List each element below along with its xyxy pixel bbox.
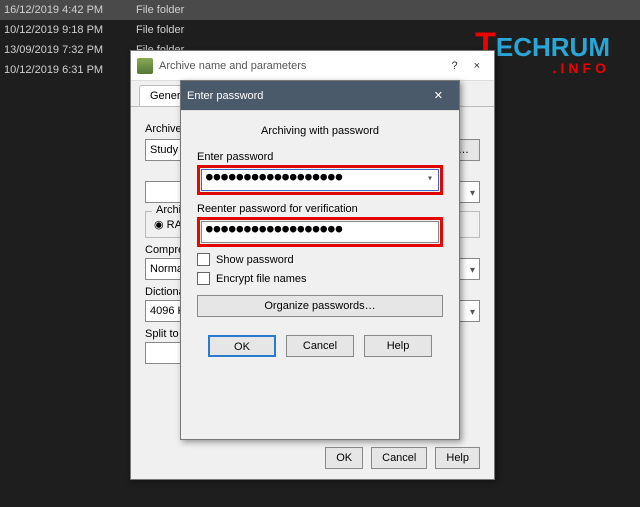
encrypt-filenames-checkbox[interactable]: Encrypt file names [197,272,443,285]
enter-password-dialog: Enter password ✕ Archiving with password… [180,80,460,440]
dialog-title: Enter password [187,90,424,102]
file-type: File folder [130,0,184,20]
help-button[interactable]: Help [364,335,432,357]
help-icon[interactable]: ? [443,60,465,72]
winrar-icon [137,58,153,74]
organize-passwords-button[interactable]: Organize passwords… [197,295,443,317]
help-button[interactable]: Help [435,447,480,469]
highlight-box: ●●●●●●●●●●●●●●●●●● [197,165,443,195]
file-type: File folder [130,20,184,40]
checkbox-icon [197,253,210,266]
cancel-button[interactable]: Cancel [286,335,354,357]
show-password-checkbox[interactable]: Show password [197,253,443,266]
watermark-logo: TECHRUM .INFO [475,30,610,76]
file-date: 13/09/2019 7:32 PM [0,40,130,60]
reenter-password-input[interactable]: ●●●●●●●●●●●●●●●●●● [201,221,439,243]
titlebar[interactable]: Archive name and parameters ? × [131,51,494,81]
ok-button[interactable]: OK [208,335,276,357]
cancel-button[interactable]: Cancel [371,447,427,469]
reenter-password-label: Reenter password for verification [197,203,443,215]
close-icon[interactable]: × [466,60,488,72]
password-input[interactable]: ●●●●●●●●●●●●●●●●●● [201,169,439,191]
titlebar[interactable]: Enter password ✕ [181,81,459,111]
highlight-box: ●●●●●●●●●●●●●●●●●● [197,217,443,247]
checkbox-label: Show password [216,254,294,266]
radio-rar[interactable]: RA [154,219,182,231]
dialog-heading: Archiving with password [197,125,443,137]
checkbox-label: Encrypt file names [216,273,306,285]
dialog-title: Archive name and parameters [159,60,443,72]
file-date: 10/12/2019 9:18 PM [0,20,130,40]
enter-password-label: Enter password [197,151,443,163]
ok-button[interactable]: OK [325,447,363,469]
file-row[interactable]: 16/12/2019 4:42 PM File folder [0,0,640,20]
file-date: 16/12/2019 4:42 PM [0,0,130,20]
checkbox-icon [197,272,210,285]
file-date: 10/12/2019 6:31 PM [0,60,130,80]
close-icon[interactable]: ✕ [424,89,453,102]
